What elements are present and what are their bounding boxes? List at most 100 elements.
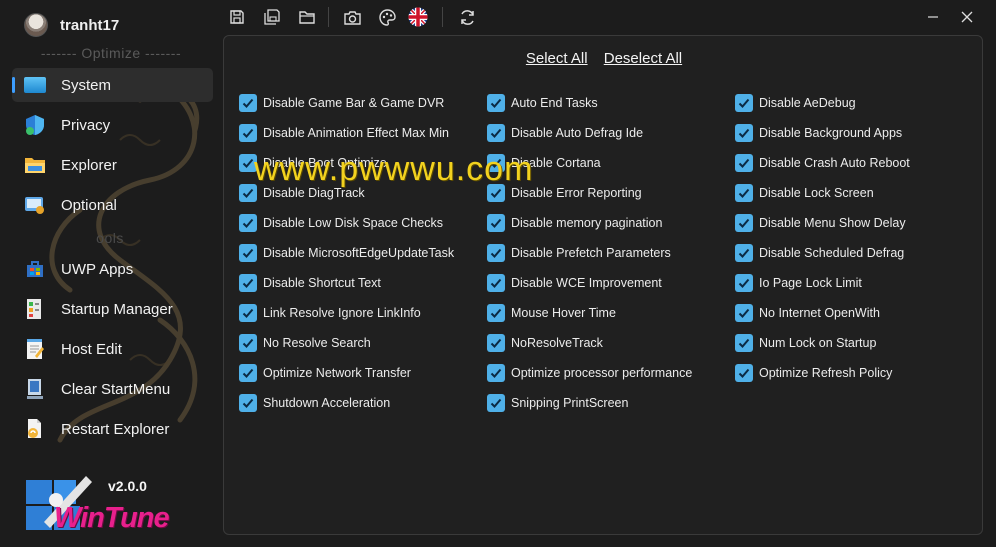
checkbox-checked-icon[interactable] — [239, 184, 257, 202]
option-checkbox-row[interactable]: Disable Game Bar & Game DVR — [239, 93, 444, 113]
option-checkbox-row[interactable]: Io Page Lock Limit — [735, 273, 862, 293]
checkbox-checked-icon[interactable] — [239, 244, 257, 262]
checkbox-checked-icon[interactable] — [239, 394, 257, 412]
sidebar-item-restart-explorer[interactable]: Restart Explorer — [12, 412, 213, 446]
option-checkbox-row[interactable]: Disable Lock Screen — [735, 183, 874, 203]
option-checkbox-row[interactable]: Disable MicrosoftEdgeUpdateTask — [239, 243, 454, 263]
option-checkbox-row[interactable]: Disable Background Apps — [735, 123, 902, 143]
option-label: Disable Lock Screen — [759, 186, 874, 200]
sidebar-item-startup-manager[interactable]: Startup Manager — [12, 292, 213, 326]
option-checkbox-row[interactable]: NoResolveTrack — [487, 333, 603, 353]
option-label: Link Resolve Ignore LinkInfo — [263, 306, 421, 320]
store-icon — [24, 258, 46, 280]
close-button[interactable] — [953, 4, 981, 30]
checkbox-checked-icon[interactable] — [239, 124, 257, 142]
option-label: Disable DiagTrack — [263, 186, 365, 200]
checkbox-checked-icon[interactable] — [735, 334, 753, 352]
option-checkbox-row[interactable]: Disable Cortana — [487, 153, 601, 173]
sidebar-item-uwp-apps[interactable]: UWP Apps — [12, 252, 213, 286]
sidebar-item-clear-startmenu[interactable]: Clear StartMenu — [12, 372, 213, 406]
option-checkbox-row[interactable]: Disable Scheduled Defrag — [735, 243, 904, 263]
checkbox-checked-icon[interactable] — [735, 124, 753, 142]
option-checkbox-row[interactable]: Num Lock on Startup — [735, 333, 876, 353]
toolbar — [222, 0, 996, 34]
checkbox-checked-icon[interactable] — [735, 214, 753, 232]
checkbox-checked-icon[interactable] — [487, 394, 505, 412]
open-folder-button[interactable] — [296, 6, 318, 28]
refresh-button[interactable] — [456, 6, 478, 28]
checkbox-checked-icon[interactable] — [487, 124, 505, 142]
save-button[interactable] — [226, 6, 248, 28]
option-checkbox-row[interactable]: Optimize Refresh Policy — [735, 363, 892, 383]
checkbox-checked-icon[interactable] — [735, 364, 753, 382]
language-button[interactable] — [407, 6, 429, 28]
option-checkbox-row[interactable]: Disable Error Reporting — [487, 183, 642, 203]
sidebar-item-label: Privacy — [61, 116, 111, 134]
option-checkbox-row[interactable]: Disable Boot Optimize — [239, 153, 387, 173]
option-checkbox-row[interactable]: Snipping PrintScreen — [487, 393, 628, 413]
option-checkbox-row[interactable]: Disable Menu Show Delay — [735, 213, 906, 233]
option-checkbox-row[interactable]: No Internet OpenWith — [735, 303, 880, 323]
checkbox-checked-icon[interactable] — [487, 214, 505, 232]
option-checkbox-row[interactable]: Optimize Network Transfer — [239, 363, 411, 383]
sidebar-item-privacy[interactable]: Privacy — [12, 108, 213, 142]
checkbox-checked-icon[interactable] — [487, 154, 505, 172]
checkbox-checked-icon[interactable] — [735, 304, 753, 322]
checkbox-checked-icon[interactable] — [239, 214, 257, 232]
option-checkbox-row[interactable]: Disable Low Disk Space Checks — [239, 213, 443, 233]
deselect-all-link[interactable]: Deselect All — [604, 50, 682, 67]
checkbox-checked-icon[interactable] — [239, 94, 257, 112]
checkbox-checked-icon[interactable] — [239, 274, 257, 292]
minimize-icon — [928, 16, 938, 18]
sidebar-item-explorer[interactable]: Explorer — [12, 148, 213, 182]
tools-section-header: ools — [96, 230, 124, 246]
option-checkbox-row[interactable]: Disable Prefetch Parameters — [487, 243, 671, 263]
theme-button[interactable] — [376, 6, 398, 28]
sidebar-item-host-edit[interactable]: Host Edit — [12, 332, 213, 366]
save-all-button[interactable] — [261, 6, 283, 28]
option-checkbox-row[interactable]: No Resolve Search — [239, 333, 371, 353]
option-checkbox-row[interactable]: Disable AeDebug — [735, 93, 856, 113]
checkbox-checked-icon[interactable] — [239, 334, 257, 352]
checkbox-checked-icon[interactable] — [487, 364, 505, 382]
sidebar-item-system[interactable]: System — [12, 68, 213, 102]
option-checkbox-row[interactable]: Optimize processor performance — [487, 363, 692, 383]
minimize-button[interactable] — [919, 4, 947, 30]
option-checkbox-row[interactable]: Disable Shortcut Text — [239, 273, 381, 293]
option-checkbox-row[interactable]: Disable Crash Auto Reboot — [735, 153, 910, 173]
option-label: Disable WCE Improvement — [511, 276, 662, 290]
checkbox-checked-icon[interactable] — [239, 154, 257, 172]
user-profile[interactable]: tranht17 — [24, 12, 119, 38]
checkbox-checked-icon[interactable] — [239, 304, 257, 322]
checkbox-checked-icon[interactable] — [735, 274, 753, 292]
sidebar-item-optional[interactable]: Optional — [12, 188, 213, 222]
checkbox-checked-icon[interactable] — [735, 244, 753, 262]
option-checkbox-row[interactable]: Disable Auto Defrag Ide — [487, 123, 643, 143]
checkbox-checked-icon[interactable] — [487, 334, 505, 352]
screenshot-button[interactable] — [341, 6, 363, 28]
checkbox-checked-icon[interactable] — [239, 364, 257, 382]
option-label: Disable memory pagination — [511, 216, 663, 230]
checkbox-checked-icon[interactable] — [487, 184, 505, 202]
checkbox-checked-icon[interactable] — [735, 154, 753, 172]
option-label: Disable Background Apps — [759, 126, 903, 140]
checkbox-checked-icon[interactable] — [487, 274, 505, 292]
select-all-link[interactable]: Select All — [526, 50, 588, 67]
checkbox-checked-icon[interactable] — [487, 304, 505, 322]
option-checkbox-row[interactable]: Disable memory pagination — [487, 213, 662, 233]
option-checkbox-row[interactable]: Disable Animation Effect Max Min — [239, 123, 449, 143]
option-checkbox-row[interactable]: Auto End Tasks — [487, 93, 598, 113]
option-label: Disable Animation Effect Max Min — [263, 126, 449, 140]
option-checkbox-row[interactable]: Mouse Hover Time — [487, 303, 616, 323]
checkbox-checked-icon[interactable] — [735, 184, 753, 202]
checkbox-checked-icon[interactable] — [487, 94, 505, 112]
checkbox-checked-icon[interactable] — [735, 94, 753, 112]
toolbar-divider — [328, 7, 329, 27]
shield-icon — [24, 114, 46, 136]
option-checkbox-row[interactable]: Disable WCE Improvement — [487, 273, 662, 293]
checkbox-checked-icon[interactable] — [487, 244, 505, 262]
option-checkbox-row[interactable]: Disable DiagTrack — [239, 183, 365, 203]
option-label: Disable Scheduled Defrag — [759, 246, 905, 260]
option-checkbox-row[interactable]: Shutdown Acceleration — [239, 393, 390, 413]
option-checkbox-row[interactable]: Link Resolve Ignore LinkInfo — [239, 303, 421, 323]
